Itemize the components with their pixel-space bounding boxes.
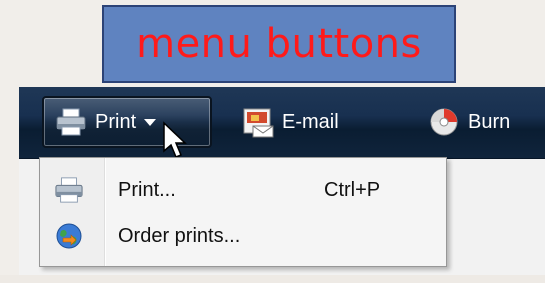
- print-dropdown-menu: Print... Ctrl+P Order prints...: [39, 157, 447, 267]
- menu-item-shortcut: Ctrl+P: [324, 178, 381, 201]
- menu-item-label: Print...: [118, 178, 176, 201]
- caption-box: menu buttons: [102, 5, 456, 83]
- chevron-down-icon: [144, 118, 157, 126]
- burn-button[interactable]: Burn: [427, 96, 510, 148]
- explorer-window-crop: Print E-mail Burn Print... Ctrl+P Order …: [19, 87, 545, 275]
- email-button[interactable]: E-mail: [241, 96, 339, 148]
- burn-button-label: Burn: [468, 110, 511, 133]
- print-button-label: Print: [95, 110, 137, 133]
- menu-item-order-prints[interactable]: Order prints...: [42, 214, 444, 258]
- command-bar: Print E-mail Burn: [19, 87, 545, 159]
- page-background-strip: [0, 275, 545, 283]
- menu-item-print[interactable]: Print... Ctrl+P: [42, 168, 444, 212]
- email-button-label: E-mail: [282, 110, 339, 133]
- globe-icon: [52, 219, 86, 253]
- email-icon: [241, 105, 275, 139]
- caption-text: menu buttons: [136, 21, 422, 67]
- menu-item-label: Order prints...: [118, 224, 241, 247]
- printer-icon: [54, 105, 88, 139]
- disc-icon: [427, 105, 461, 139]
- printer-icon: [52, 173, 86, 207]
